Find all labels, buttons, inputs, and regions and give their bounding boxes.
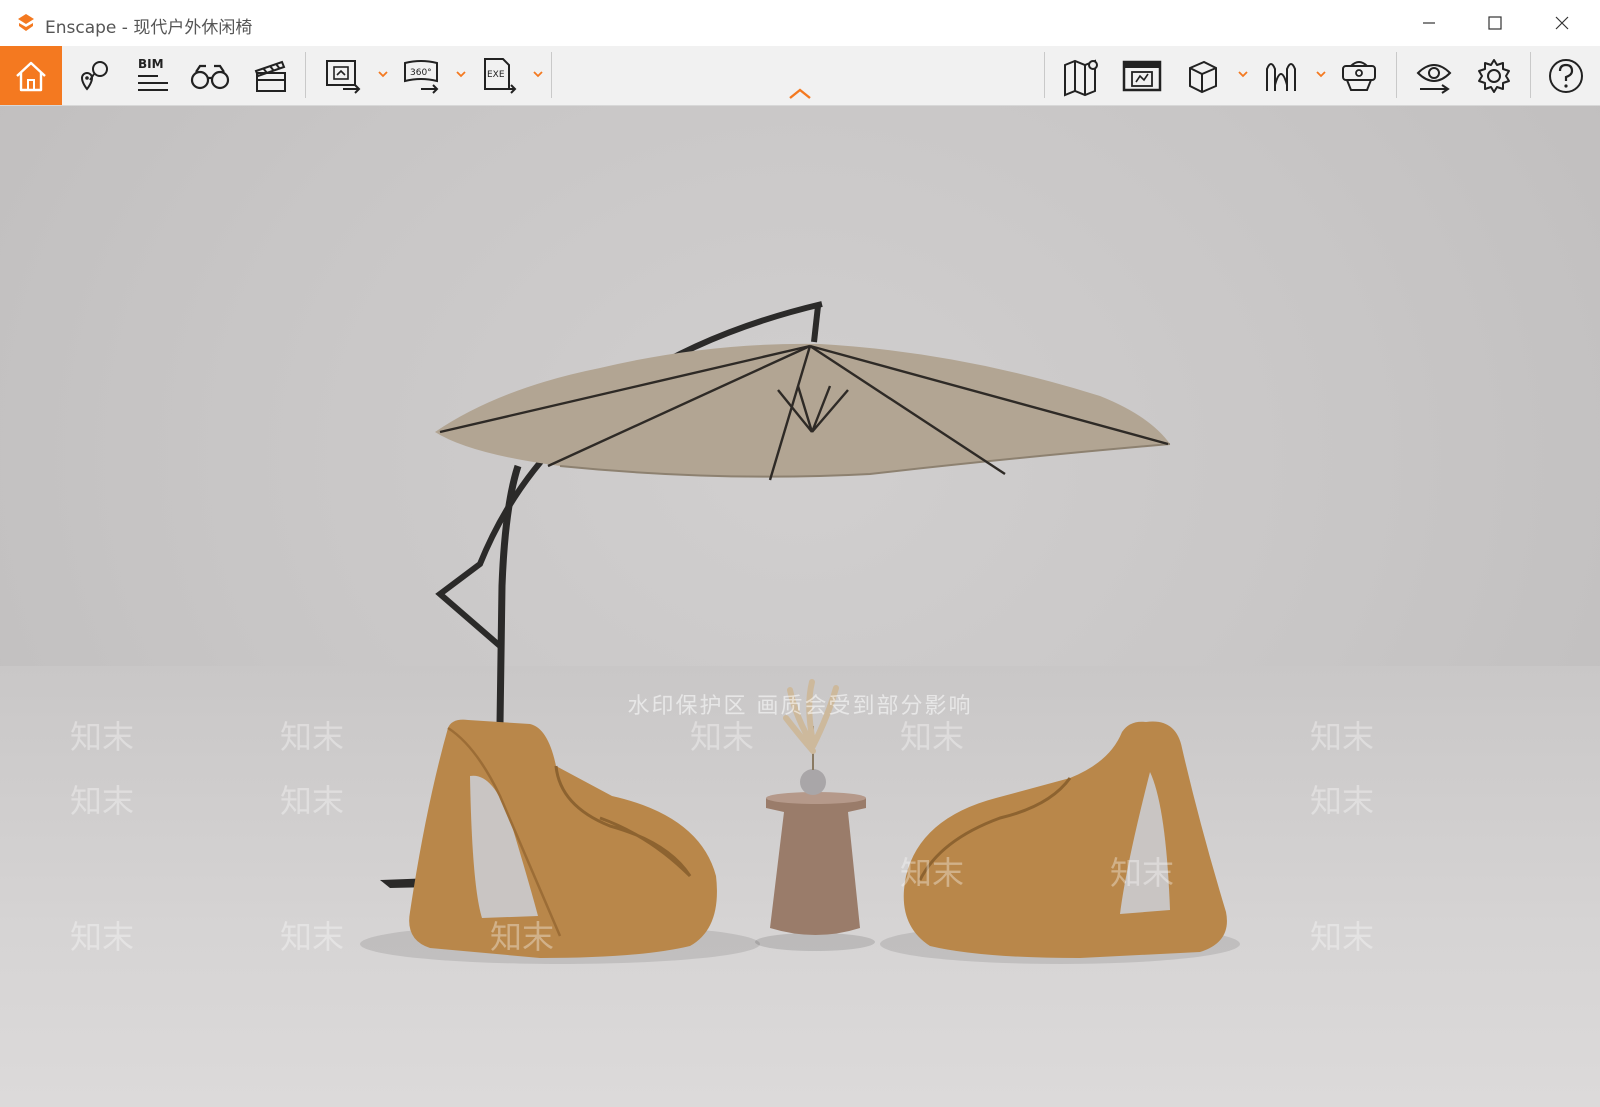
watermark-logo: 知末 <box>690 718 755 756</box>
watermark-logo: 知末 <box>900 854 965 892</box>
settings-button[interactable] <box>1464 46 1524 105</box>
bim-label: BIM <box>138 57 164 71</box>
render-image-icon <box>326 59 361 94</box>
watermark-logo: 知末 <box>280 718 345 756</box>
help-icon <box>1549 58 1583 93</box>
visual-settings-eye-button[interactable] <box>1404 46 1464 105</box>
video-editor-button[interactable] <box>240 46 300 105</box>
minimize-button[interactable] <box>1396 0 1462 46</box>
render-viewport[interactable]: 水印保护区 画质会受到部分影响 知末 知末 知末 知末 知末 知末 知末 知末 … <box>0 106 1600 1107</box>
home-button[interactable] <box>0 46 62 105</box>
maximize-button[interactable] <box>1462 0 1528 46</box>
toolbar-separator <box>1396 52 1397 98</box>
render-image-button[interactable] <box>313 46 373 105</box>
vr-headset-button[interactable] <box>1329 46 1389 105</box>
export-exe-button[interactable]: EXE <box>469 46 529 105</box>
enscape-logo-icon <box>18 14 34 31</box>
walk-icon <box>1266 62 1296 91</box>
watermark-logo: 知末 <box>1310 718 1375 756</box>
watermark-logo: 知末 <box>490 918 555 956</box>
binoculars-icon <box>190 64 230 89</box>
maximize-icon <box>1488 16 1502 30</box>
close-icon <box>1555 16 1569 30</box>
cube-view-dropdown-icon[interactable] <box>1238 70 1248 78</box>
eye-icon <box>1416 63 1452 94</box>
watermark-logo: 知末 <box>1310 918 1375 956</box>
panorama-360-icon: 360° <box>404 59 439 94</box>
close-button[interactable] <box>1529 0 1595 46</box>
material-editor-button[interactable] <box>1112 46 1172 105</box>
title-bar: Enscape - 现代户外休闲椅 <box>0 0 1600 47</box>
render-image-dropdown-icon[interactable] <box>378 70 388 78</box>
cube-view-button[interactable] <box>1172 46 1232 105</box>
watermark-logo: 知末 <box>1110 854 1175 892</box>
watermark-logo: 知末 <box>280 918 345 956</box>
bim-button[interactable]: BIM <box>120 46 180 105</box>
render-panorama-dropdown-icon[interactable] <box>456 70 466 78</box>
walk-mode-dropdown-icon[interactable] <box>1316 70 1326 78</box>
location-views-icon <box>80 60 108 91</box>
watermark-logo: 知末 <box>280 782 345 820</box>
window-title: Enscape - 现代户外休闲椅 <box>45 18 253 38</box>
help-button[interactable] <box>1536 46 1596 105</box>
watermark-logo: 知末 <box>900 718 965 756</box>
material-editor-icon <box>1122 60 1162 91</box>
minimize-icon <box>1423 22 1435 24</box>
toolbar-separator <box>551 52 552 98</box>
watermark-logo: 知末 <box>70 782 135 820</box>
collapse-toolbar-icon[interactable] <box>788 86 812 102</box>
export-exe-icon: EXE <box>484 57 517 94</box>
assets-button[interactable] <box>180 46 240 105</box>
panorama-label: 360° <box>410 68 432 78</box>
vr-headset-icon <box>1342 60 1376 91</box>
map-button[interactable] <box>1052 46 1112 105</box>
gear-icon <box>1478 58 1510 93</box>
watermark-logo: 知末 <box>70 918 135 956</box>
cube-icon <box>1189 60 1217 93</box>
toolbar-separator <box>1044 52 1045 98</box>
watermark-logo: 知末 <box>70 718 135 756</box>
map-icon <box>1064 59 1098 96</box>
exe-label: EXE <box>487 70 505 80</box>
watermark-logo: 知末 <box>1310 782 1375 820</box>
bim-icon: BIM <box>138 57 168 91</box>
export-exe-dropdown-icon[interactable] <box>533 70 543 78</box>
home-icon <box>16 61 46 91</box>
toolbar-separator <box>1530 52 1531 98</box>
views-button[interactable] <box>62 46 122 105</box>
walk-mode-button[interactable] <box>1251 46 1311 105</box>
left-rattan-chair <box>409 719 717 958</box>
toolbar-separator <box>305 52 306 98</box>
render-panorama-button[interactable]: 360° <box>391 46 451 105</box>
clapperboard-icon <box>254 60 286 92</box>
